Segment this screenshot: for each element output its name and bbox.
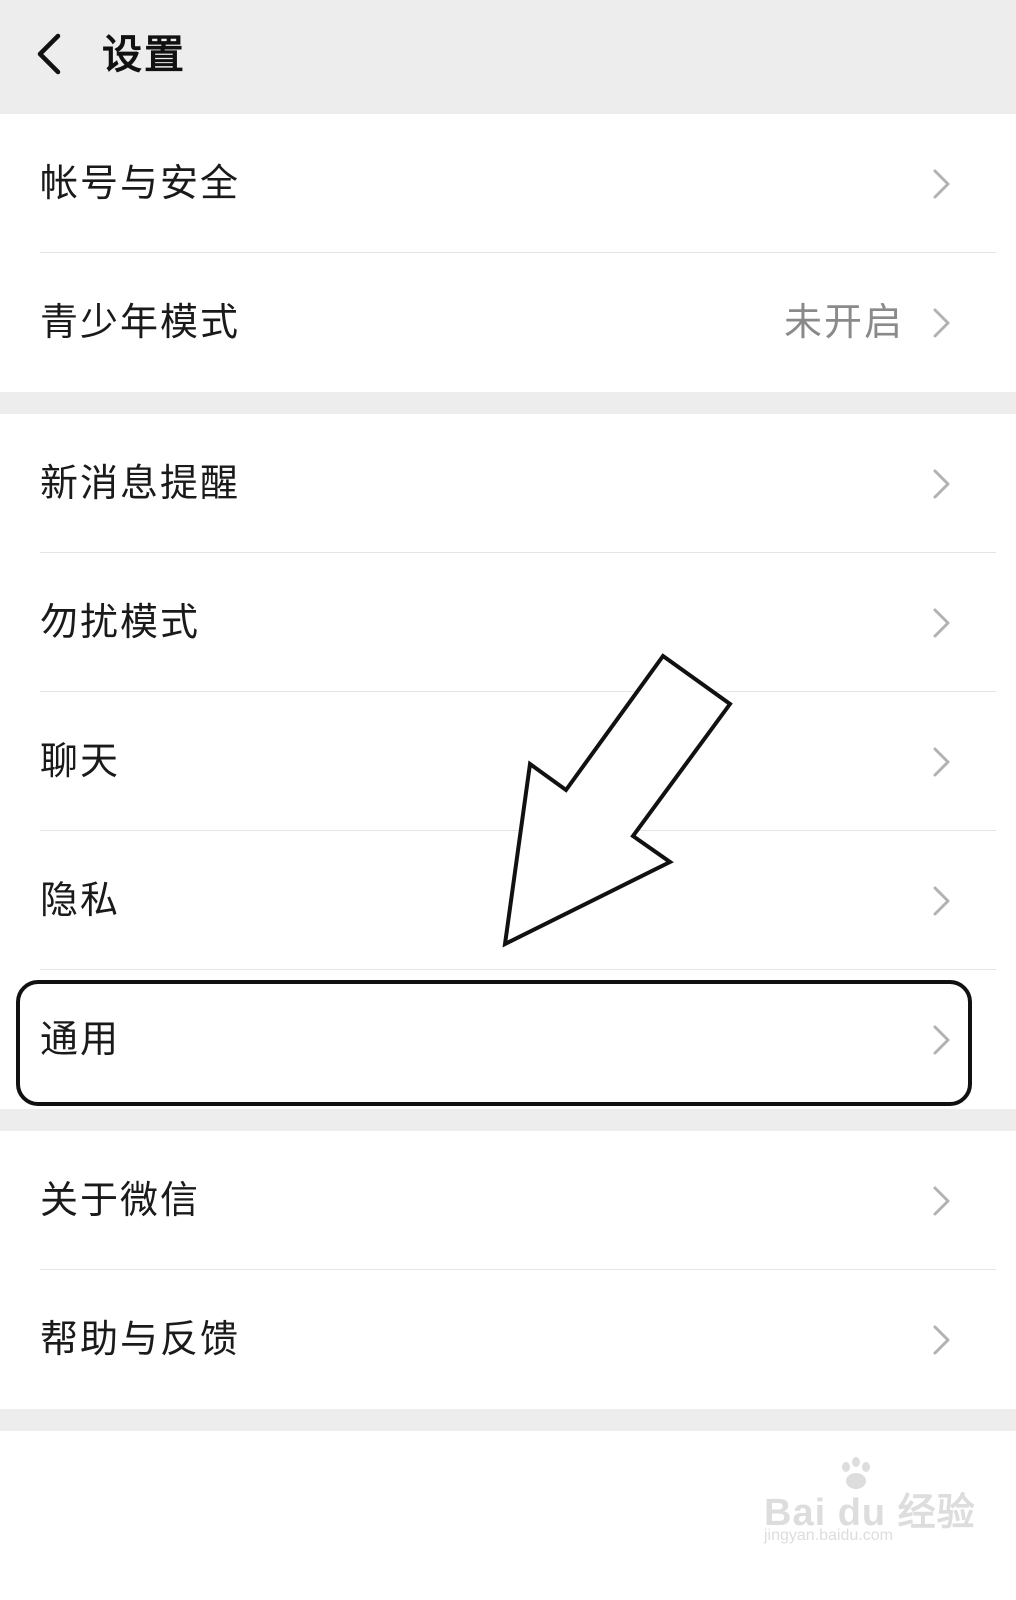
menu-item-teen-mode[interactable]: 青少年模式 未开启 [0, 253, 1016, 392]
chevron-left-icon[interactable] [30, 30, 70, 78]
page-title: 设置 [102, 32, 186, 78]
chevron-right-icon [933, 1325, 950, 1355]
chevron-right-icon [933, 608, 950, 638]
menu-item-label: 帐号与安全 [40, 161, 241, 205]
menu-item-new-message-alerts[interactable]: 新消息提醒 [0, 414, 1016, 553]
menu-item-label: 新消息提醒 [40, 461, 241, 505]
menu-item-help-feedback[interactable]: 帮助与反馈 [0, 1270, 1016, 1409]
pointer-arrow-icon [502, 653, 733, 948]
menu-item-status: 未开启 [783, 300, 904, 344]
section-gap [0, 1409, 1016, 1431]
menu-item-label: 青少年模式 [40, 300, 241, 344]
chevron-right-icon [933, 469, 950, 499]
settings-page: 设置 帐号与安全 青少年模式 未开启 新消息提醒 勿扰模式 聊天 隐私 通用 关… [0, 0, 1016, 1600]
menu-item-label: 帮助与反馈 [40, 1317, 241, 1361]
chevron-right-icon [933, 1025, 950, 1055]
menu-item-label: 勿扰模式 [40, 600, 201, 644]
chevron-right-icon [933, 308, 950, 338]
menu-item-general[interactable]: 通用 [0, 970, 1016, 1109]
section-gap [0, 392, 1016, 414]
chevron-right-icon [933, 886, 950, 916]
nav-bar: 设置 [0, 0, 1016, 114]
menu-item-label: 隐私 [40, 878, 121, 922]
menu-item-label: 通用 [40, 1017, 121, 1061]
menu-item-account-security[interactable]: 帐号与安全 [0, 114, 1016, 253]
menu-item-label: 聊天 [40, 739, 121, 783]
menu-item-label: 关于微信 [40, 1178, 201, 1222]
chevron-right-icon [933, 747, 950, 777]
section-gap [0, 1109, 1016, 1131]
watermark-url: jingyan.baidu.com [764, 1527, 893, 1544]
menu-item-about-wechat[interactable]: 关于微信 [0, 1131, 1016, 1270]
chevron-right-icon [933, 1186, 950, 1216]
chevron-right-icon [933, 169, 950, 199]
baidu-watermark: Bai du 经验 jingyan.baidu.com [752, 1455, 975, 1555]
